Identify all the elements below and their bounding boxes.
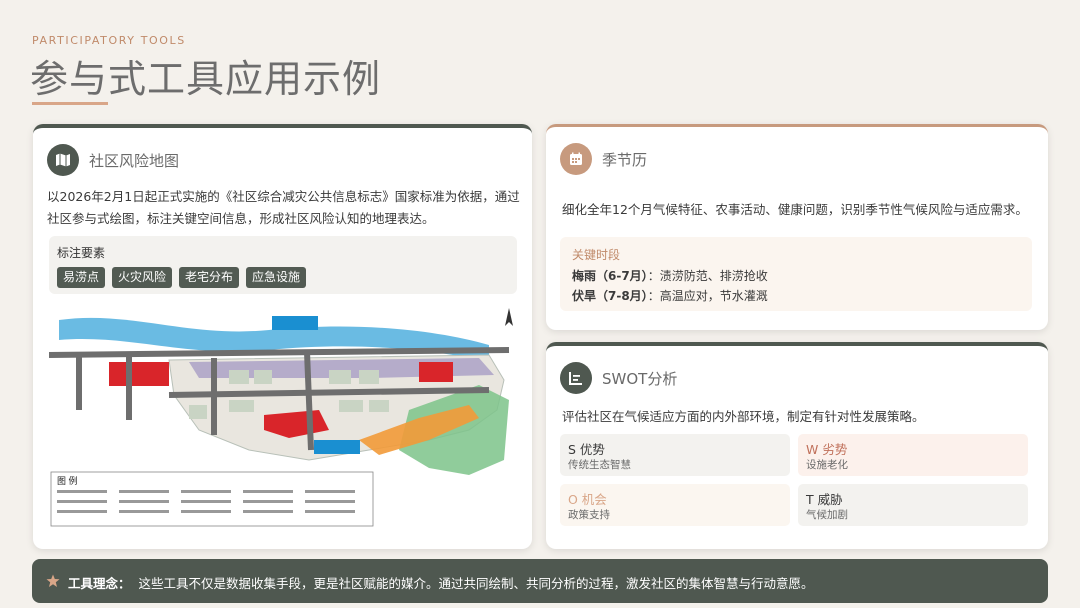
swot-strength-text: 传统生态智慧: [568, 459, 631, 471]
swot-weakness-title: W 劣势: [806, 442, 848, 457]
chart-list-icon: [560, 362, 592, 394]
title-underline: [32, 102, 108, 105]
swot-grid: S 优势 传统生态智慧 W 劣势 设施老化 O 机会 政策支持 T 威胁 气候加…: [560, 434, 1032, 526]
swot-opportunity-title: O 机会: [568, 492, 607, 507]
swot-weakness-text: 设施老化: [806, 459, 848, 471]
map-legend-title: 图 例: [57, 475, 78, 486]
philosophy-banner: 工具理念： 这些工具不仅是数据收集手段，更是社区赋能的媒介。通过共同绘制、共同分…: [32, 559, 1048, 603]
map-icon: [47, 144, 79, 176]
season-calendar-card: 季节历 细化全年12个月气候特征、农事活动、健康问题，识别季节性气候风险与适应需…: [546, 124, 1048, 330]
season-description: 细化全年12个月气候特征、农事活动、健康问题，识别季节性气候风险与适应需求。: [562, 202, 1028, 217]
risk-map-title: 社区风险地图: [89, 151, 180, 170]
philosophy-label: 工具理念：: [68, 576, 131, 591]
callout-bottom: [314, 440, 360, 454]
marks-tags: 易涝点 火灾风险 老宅分布 应急设施: [57, 267, 307, 288]
callout-top: [272, 316, 318, 330]
risk-map-header: 社区风险地图: [47, 144, 179, 176]
swot-card: SWOT分析 评估社区在气候适应方面的内外部环境，制定有针对性发展策略。 S 优…: [546, 342, 1048, 549]
community-risk-map: 图 例: [49, 300, 521, 528]
swot-weakness: W 劣势 设施老化: [798, 434, 1028, 476]
tag-old-houses: 老宅分布: [179, 267, 240, 288]
risk-map-description: 以2026年2月1日起正式实施的《社区综合减灾公共信息标志》国家标准为依据，通过…: [47, 189, 520, 226]
period-text: ：渍涝防范、排涝抢收: [647, 269, 768, 283]
tag-emergency-facilities: 应急设施: [246, 267, 307, 288]
swot-title: SWOT分析: [602, 369, 678, 388]
star-icon: [46, 574, 60, 591]
section-eyebrow: PARTICIPATORY TOOLS: [32, 34, 186, 47]
marks-box: 标注要素 易涝点 火灾风险 老宅分布 应急设施: [49, 236, 517, 294]
key-periods-box: 关键时段 梅雨（6-7月）：渍涝防范、排涝抢收 伏旱（7-8月）：高温应对，节水…: [560, 237, 1032, 311]
tag-fire-risk: 火灾风险: [112, 267, 173, 288]
shelter-zone-c: [419, 362, 453, 382]
marks-title: 标注要素: [57, 246, 106, 260]
season-header: 季节历: [560, 143, 647, 175]
swot-description: 评估社区在气候适应方面的内外部环境，制定有针对性发展策略。: [562, 409, 925, 424]
philosophy-text: 这些工具不仅是数据收集手段，更是社区赋能的媒介。通过共同绘制、共同分析的过程，激…: [138, 576, 814, 591]
shelter-zone-a: [109, 362, 169, 386]
map-legend: [50, 471, 374, 527]
swot-strength-title: S 优势: [568, 442, 605, 457]
period-label: 伏旱（7-8月）: [572, 289, 648, 303]
swot-strength: S 优势 传统生态智慧: [560, 434, 790, 476]
period-row: 伏旱（7-8月）：高温应对，节水灌溉: [572, 287, 768, 304]
period-label: 梅雨（6-7月）: [572, 269, 648, 283]
swot-threat-text: 气候加剧: [806, 509, 848, 521]
tag-flood-point: 易涝点: [57, 267, 106, 288]
swot-opportunity: O 机会 政策支持: [560, 484, 790, 526]
swot-threat: T 威胁 气候加剧: [798, 484, 1028, 526]
key-periods-title: 关键时段: [572, 248, 621, 262]
swot-header: SWOT分析: [560, 362, 677, 394]
swot-opportunity-text: 政策支持: [568, 509, 610, 521]
calendar-icon: [560, 143, 592, 175]
page-title: 参与式工具应用示例: [30, 57, 382, 101]
season-title: 季节历: [602, 150, 648, 169]
philosophy-content: 工具理念： 这些工具不仅是数据收集手段，更是社区赋能的媒介。通过共同绘制、共同分…: [46, 573, 814, 592]
swot-threat-title: T 威胁: [806, 492, 843, 507]
period-text: ：高温应对，节水灌溉: [647, 289, 768, 303]
risk-map-card: 社区风险地图 以2026年2月1日起正式实施的《社区综合减灾公共信息标志》国家标…: [33, 124, 532, 549]
period-row: 梅雨（6-7月）：渍涝防范、排涝抢收: [572, 267, 768, 284]
